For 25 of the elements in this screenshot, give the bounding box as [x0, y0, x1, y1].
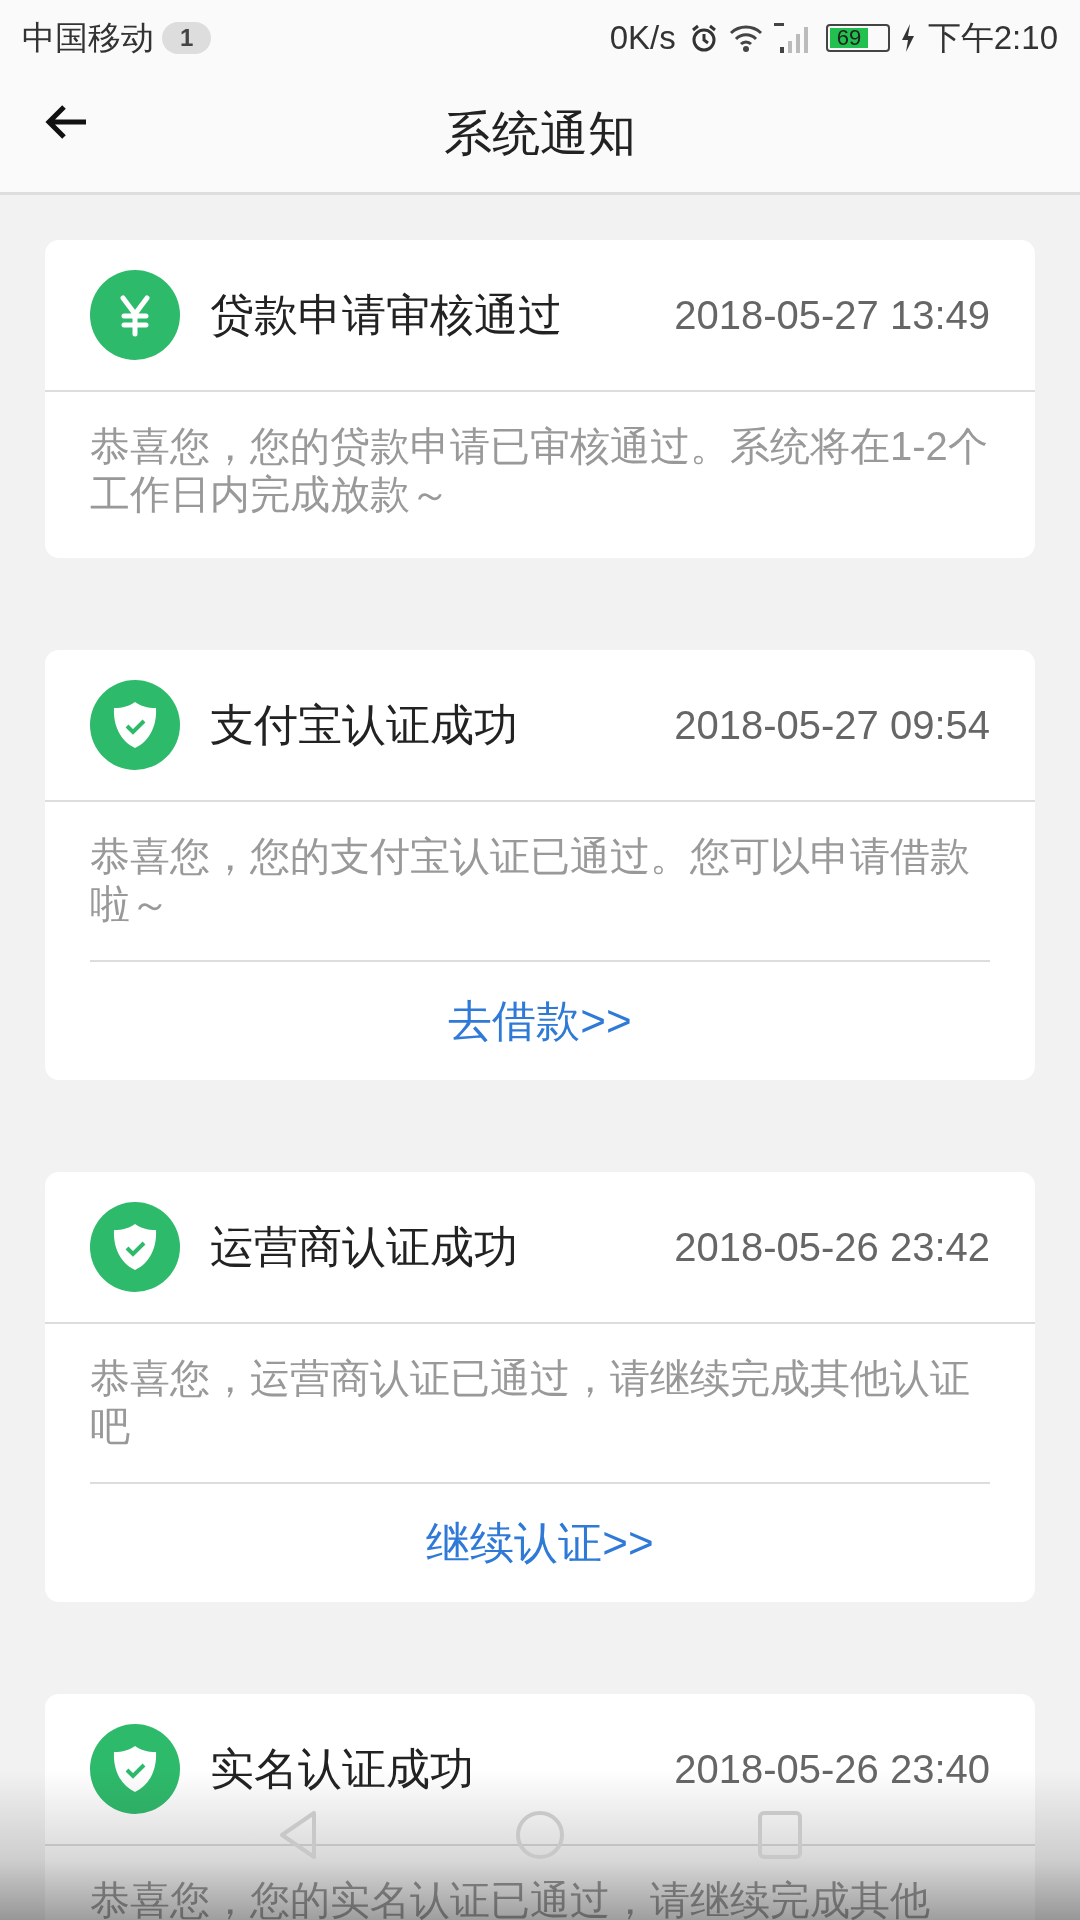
net-speed: 0K/s: [609, 19, 676, 57]
carrier-name: 中国移动: [22, 17, 154, 58]
notification-title: 贷款申请审核通过: [210, 288, 563, 341]
clock-time: 下午2:10: [927, 17, 1058, 58]
wifi-icon: [727, 23, 764, 53]
notification-message: 恭喜您，您的实名认证已通过，请继续完成其他: [90, 1877, 931, 1920]
shield-check-icon: [90, 680, 180, 770]
action-link[interactable]: 继续认证>>: [426, 1513, 654, 1573]
notification-message: 恭喜您，运营商认证已通过，请继续完成其他认证吧: [90, 1355, 971, 1450]
notification-message: 恭喜您，您的贷款申请已审核通过。系统将在1-2个工作日内完成放款～: [90, 423, 989, 518]
shield-check-icon: [90, 1724, 180, 1814]
notification-count: 1: [162, 22, 212, 54]
action-link[interactable]: 去借款>>: [448, 991, 632, 1051]
page-title: 系统通知: [444, 106, 636, 162]
notification-title: 运营商认证成功: [210, 1220, 519, 1273]
notification-time: 2018-05-27 09:54: [674, 702, 990, 748]
notification-title: 支付宝认证成功: [210, 698, 519, 751]
notification-time: 2018-05-27 13:49: [674, 292, 990, 338]
battery-level: 69: [829, 28, 869, 48]
notification-time: 2018-05-26 23:40: [674, 1746, 990, 1792]
yen-icon: [90, 270, 180, 360]
notification-time: 2018-05-26 23:42: [674, 1224, 990, 1270]
notification-title: 实名认证成功: [210, 1742, 475, 1795]
shield-check-icon: [90, 1202, 180, 1292]
notification-message: 恭喜您，您的支付宝认证已通过。您可以申请借款啦～: [90, 833, 971, 928]
